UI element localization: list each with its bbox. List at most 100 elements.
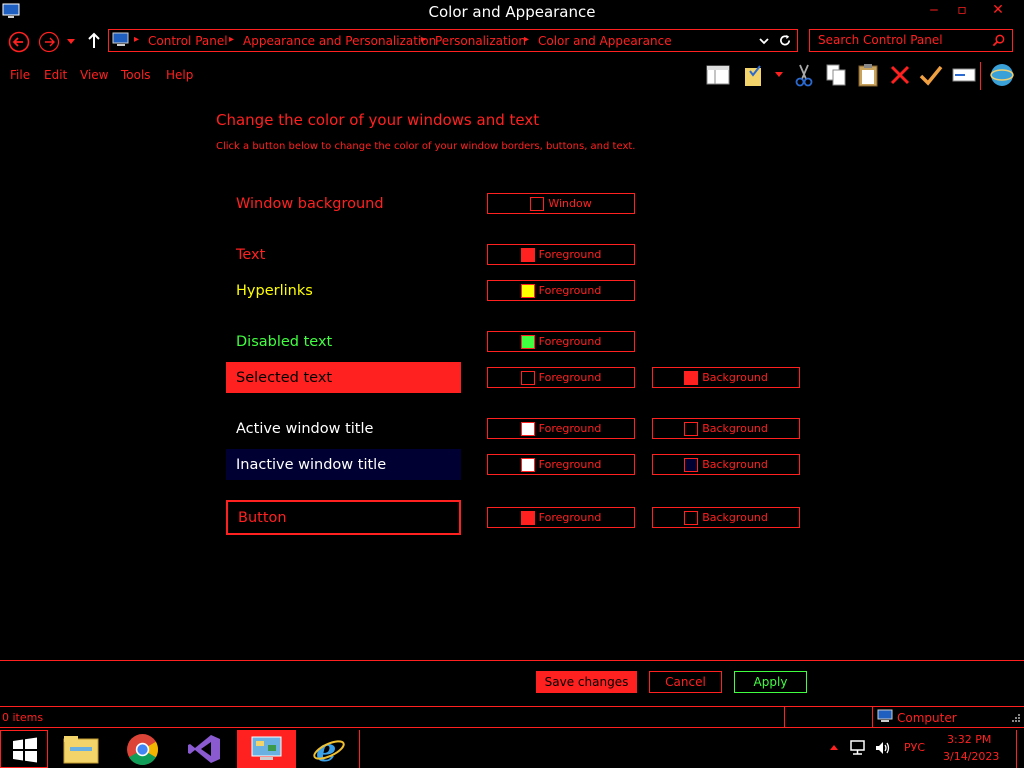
search-placeholder: Search Control Panel (818, 33, 943, 47)
label-inactive-window-title: Inactive window title (236, 457, 387, 473)
breadcrumb-separator: ▸ (134, 34, 140, 45)
organize-dropdown-icon[interactable] (774, 71, 784, 79)
maximize-button[interactable]: ▫ (948, 2, 976, 20)
color-swatch (684, 370, 699, 385)
taskbar-active-control-panel[interactable] (237, 730, 296, 768)
text-foreground-button[interactable]: Foreground (487, 244, 635, 265)
breadcrumb-control-panel[interactable]: Control Panel (148, 34, 228, 48)
breadcrumb-separator: ▸ (421, 34, 427, 45)
properties-icon[interactable] (951, 62, 977, 88)
hyperlinks-foreground-button[interactable]: Foreground (487, 280, 635, 301)
active-title-background-button[interactable]: Background (652, 418, 800, 439)
start-button[interactable] (0, 730, 48, 768)
language-indicator[interactable]: РУС (904, 741, 925, 754)
save-changes-button[interactable]: Save changes (536, 671, 637, 693)
button-label: Background (702, 511, 768, 524)
button-label: Foreground (538, 284, 602, 297)
chrome-icon[interactable] (126, 733, 159, 766)
toolbar-divider (980, 62, 981, 90)
button-label: Foreground (538, 371, 602, 384)
search-icon[interactable] (992, 34, 1005, 47)
cut-icon[interactable] (791, 62, 817, 88)
color-swatch (684, 457, 699, 472)
forward-arrow-icon[interactable] (38, 31, 60, 53)
color-swatch (520, 370, 535, 385)
refresh-icon[interactable] (779, 34, 792, 47)
delete-icon[interactable] (887, 62, 913, 88)
layout-pane-icon[interactable] (705, 62, 731, 88)
back-arrow-icon[interactable] (8, 31, 30, 53)
address-bar[interactable]: ▸ Control Panel ▸ Appearance and Persona… (108, 29, 798, 52)
selected-text-foreground-button[interactable]: Foreground (487, 367, 635, 388)
breadcrumb-separator: ▸ (524, 34, 530, 45)
menu-view[interactable]: View (80, 68, 108, 82)
show-hidden-icons-icon[interactable] (829, 743, 839, 751)
network-icon[interactable] (849, 739, 867, 757)
label-button: Button (238, 510, 287, 526)
breadcrumb-personalization[interactable]: Personalization (435, 34, 526, 48)
menu-file[interactable]: File (10, 68, 30, 82)
button-background-button[interactable]: Background (652, 507, 800, 528)
computer-icon (877, 709, 893, 722)
color-swatch (520, 247, 535, 262)
windows-logo-icon (13, 737, 37, 763)
resize-grip-icon[interactable] (1011, 713, 1021, 723)
menu-tools[interactable]: Tools (121, 68, 151, 82)
divider (0, 660, 1024, 661)
cancel-button[interactable]: Cancel (649, 671, 722, 693)
color-swatch (520, 421, 535, 436)
computer-icon (112, 32, 129, 46)
clock-time[interactable]: 3:32 PM (947, 733, 991, 746)
show-desktop-button[interactable] (1016, 730, 1024, 768)
active-title-foreground-button[interactable]: Foreground (487, 418, 635, 439)
color-swatch (520, 334, 535, 349)
volume-icon[interactable] (874, 739, 892, 757)
button-label: Foreground (538, 335, 602, 348)
color-swatch (520, 457, 535, 472)
inactive-title-foreground-button[interactable]: Foreground (487, 454, 635, 475)
button-label: Background (702, 422, 768, 435)
page-subheading: Click a button below to change the color… (216, 141, 636, 152)
apply-button[interactable]: Apply (734, 671, 807, 693)
window-background-button[interactable]: Window (487, 193, 635, 214)
label-text: Text (236, 247, 266, 263)
recent-dropdown-icon[interactable] (66, 38, 76, 46)
status-divider (872, 707, 873, 727)
breadcrumb-color-appearance[interactable]: Color and Appearance (538, 34, 672, 48)
button-label: Background (702, 458, 768, 471)
label-active-window-title: Active window title (236, 421, 374, 437)
button-label: Foreground (538, 458, 602, 471)
inactive-title-background-button[interactable]: Background (652, 454, 800, 475)
taskbar-divider (359, 730, 360, 768)
close-button[interactable]: ✕ (984, 2, 1012, 20)
button-label: Foreground (538, 511, 602, 524)
address-dropdown-icon[interactable] (759, 36, 769, 46)
breadcrumb-appearance[interactable]: Appearance and Personalization (243, 34, 436, 48)
globe-icon[interactable] (989, 62, 1015, 88)
disabled-text-foreground-button[interactable]: Foreground (487, 331, 635, 352)
button-label: Foreground (538, 248, 602, 261)
button-foreground-button[interactable]: Foreground (487, 507, 635, 528)
search-input[interactable]: Search Control Panel (809, 29, 1013, 52)
paste-icon[interactable] (855, 62, 881, 88)
button-label: Background (702, 371, 768, 384)
status-bar: 0 items Computer (0, 706, 1024, 728)
clock-date[interactable]: 3/14/2023 (943, 750, 999, 763)
internet-explorer-icon[interactable]: e (312, 733, 346, 765)
menu-help[interactable]: Help (166, 68, 193, 82)
window-title: Color and Appearance (428, 3, 596, 21)
copy-icon[interactable] (823, 62, 849, 88)
label-window-background: Window background (236, 196, 384, 212)
visual-studio-icon[interactable] (187, 734, 221, 764)
button-label: Foreground (538, 422, 602, 435)
status-divider (784, 707, 785, 727)
up-arrow-icon[interactable] (86, 32, 102, 50)
menu-edit[interactable]: Edit (44, 68, 67, 82)
folder-check-icon[interactable] (742, 62, 768, 88)
color-swatch (684, 510, 699, 525)
checkmark-icon[interactable] (918, 62, 944, 88)
file-explorer-icon[interactable] (62, 733, 100, 765)
minimize-button[interactable]: ‒ (920, 2, 948, 20)
selected-text-background-button[interactable]: Background (652, 367, 800, 388)
title-bar: Color and Appearance ‒ ▫ ✕ (0, 0, 1024, 26)
